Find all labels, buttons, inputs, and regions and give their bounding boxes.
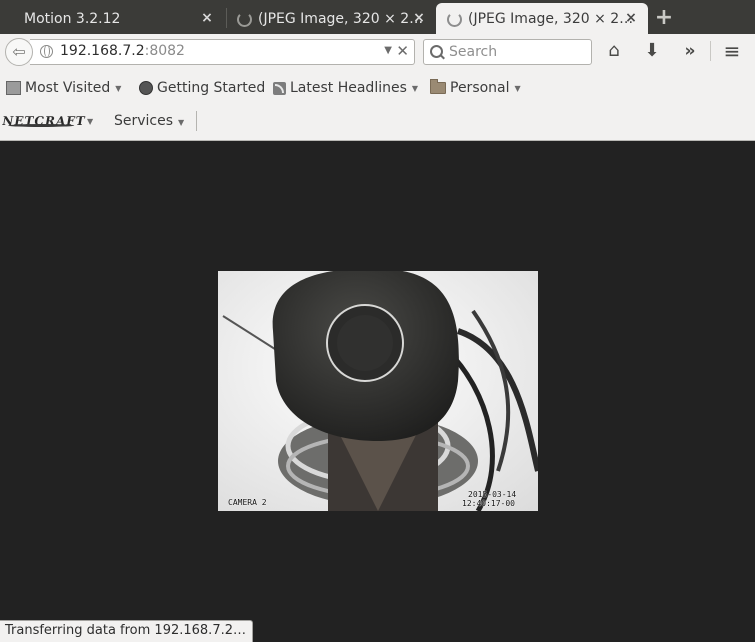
netcraft-toolbar: NETCRAFT ▼ Services ▼ — [0, 110, 755, 134]
navigation-toolbar: 192.168.7.2:8082 ▼ ✕ ⇦ Search ⌂ ⬇ » ≡ Mo… — [0, 34, 755, 141]
bookmark-personal[interactable]: Personal ▼ — [430, 76, 521, 100]
chevron-down-icon: ▼ — [514, 83, 521, 93]
camera-label: CAMERA 2 — [228, 498, 267, 507]
tab-jpeg-image-1[interactable]: (JPEG Image, 320 × 2… × — [228, 3, 436, 34]
loading-spinner-icon — [237, 12, 252, 27]
search-icon — [430, 45, 443, 58]
tab-strip: Motion 3.2.12 × (JPEG Image, 320 × 2… × … — [0, 0, 755, 34]
bookmark-most-visited[interactable]: Most Visited ▼ — [6, 76, 121, 100]
download-icon[interactable]: ⬇ — [640, 39, 664, 63]
tab-close-icon[interactable]: × — [200, 10, 214, 26]
status-bar: Transferring data from 192.168.7.2… — [0, 620, 253, 642]
page-content: CAMERA 2 2015-03-14 12:40:17-00 — [0, 141, 755, 621]
chevron-down-icon: ▼ — [178, 118, 185, 127]
url-host: 192.168.7.2 — [60, 43, 145, 59]
bookmark-label: Personal — [450, 80, 510, 96]
tab-title: (JPEG Image, 320 × 2… — [258, 10, 424, 27]
new-tab-plus-icon[interactable]: + — [654, 7, 674, 29]
back-arrow-icon: ⇦ — [12, 42, 26, 61]
bookmark-getting-started[interactable]: Getting Started — [139, 76, 265, 100]
overflow-chevron-icon[interactable]: » — [678, 39, 702, 63]
bookmark-latest-headlines[interactable]: Latest Headlines ▼ — [273, 76, 418, 100]
chevron-down-icon[interactable]: ▼ — [87, 117, 93, 126]
folder-icon — [430, 79, 446, 94]
bookmark-label: Most Visited — [25, 80, 111, 96]
tab-motion[interactable]: Motion 3.2.12 × — [0, 3, 224, 34]
loading-spinner-icon — [447, 12, 462, 27]
globe-icon — [40, 45, 53, 58]
url-bar[interactable]: 192.168.7.2:8082 ▼ ✕ — [30, 39, 415, 65]
tab-title: (JPEG Image, 320 × 2… — [468, 10, 634, 27]
url-history-dropdown-icon[interactable]: ▼ — [384, 45, 392, 56]
tab-title: Motion 3.2.12 — [24, 10, 121, 27]
rss-icon — [273, 81, 286, 95]
bookmarks-toolbar: Most Visited ▼ Getting Started Latest He… — [0, 76, 755, 100]
tab-separator — [226, 8, 227, 28]
search-input[interactable]: Search — [423, 39, 592, 65]
services-menu[interactable]: Services ▼ — [114, 113, 184, 129]
timestamp-time: 12:40:17-00 — [462, 499, 515, 508]
chevron-down-icon: ▼ — [115, 83, 122, 93]
bookmark-label: Getting Started — [157, 80, 266, 96]
hamburger-menu-icon[interactable]: ≡ — [720, 39, 744, 63]
tab-jpeg-image-2-active[interactable]: (JPEG Image, 320 × 2… × — [436, 3, 648, 34]
netcraft-logo[interactable]: NETCRAFT — [1, 112, 87, 130]
chevron-down-icon: ▼ — [411, 83, 419, 93]
search-placeholder: Search — [449, 44, 498, 60]
toolbar-separator — [196, 111, 197, 131]
timestamp-date: 2015-03-14 — [468, 490, 517, 499]
toolbar-separator — [710, 41, 711, 61]
tab-close-icon[interactable]: × — [412, 10, 426, 26]
most-visited-icon — [6, 81, 21, 95]
camera-jpeg-image[interactable]: CAMERA 2 2015-03-14 12:40:17-00 — [218, 271, 538, 511]
url-port: :8082 — [144, 43, 185, 59]
bookmark-label: Latest Headlines — [290, 80, 407, 96]
back-button[interactable]: ⇦ — [5, 38, 33, 66]
services-label: Services — [114, 113, 174, 129]
tab-close-icon[interactable]: × — [624, 10, 638, 26]
url-text[interactable]: 192.168.7.2:8082 — [60, 43, 185, 59]
firefox-icon — [139, 81, 153, 95]
home-icon[interactable]: ⌂ — [602, 39, 626, 63]
webcam-photo — [218, 271, 538, 511]
stop-loading-icon[interactable]: ✕ — [396, 42, 409, 60]
